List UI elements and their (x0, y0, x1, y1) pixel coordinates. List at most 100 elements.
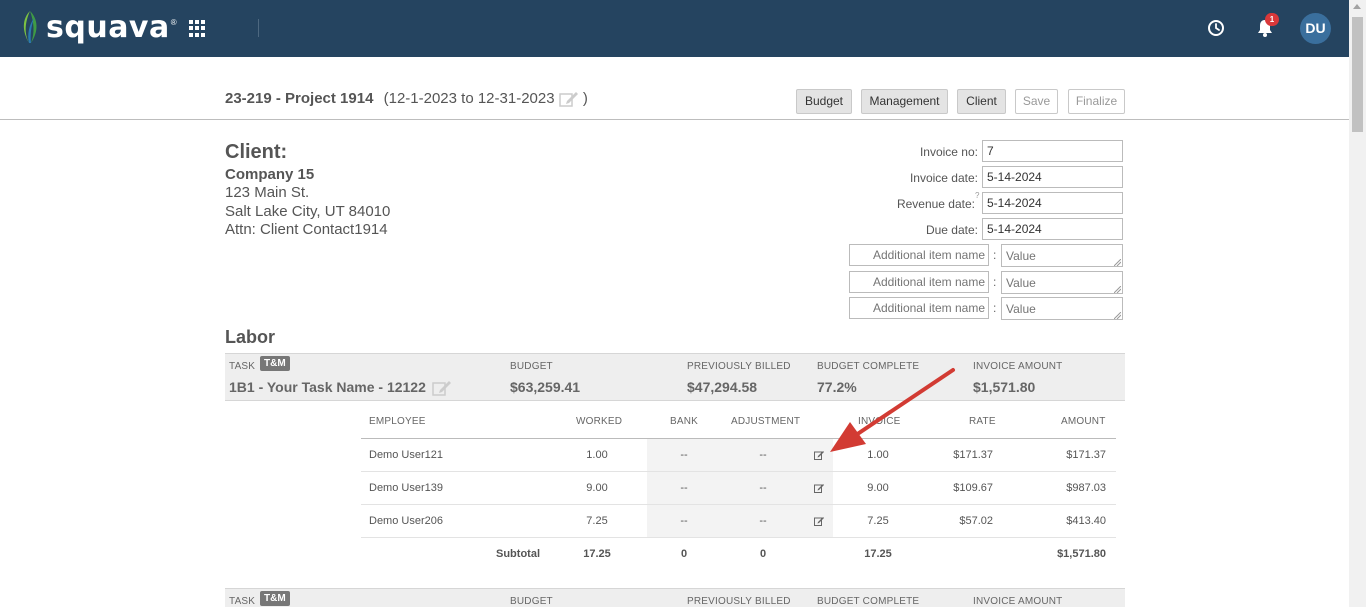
col-worked: WORKED (576, 416, 623, 427)
previously-billed-label: PREVIOUSLY BILLED (687, 596, 791, 607)
task-summary-bar: TASK T&M BUDGET PREVIOUSLY BILLED BUDGET… (225, 588, 1125, 607)
notification-badge: 1 (1265, 13, 1279, 26)
task-label: TASK (229, 361, 256, 372)
employee-name: Demo User139 (369, 482, 443, 494)
additional-item-value-input[interactable] (1001, 271, 1123, 294)
task-summary-bar: TASK T&M 1B1 - Your Task Name - 12122 BU… (225, 353, 1125, 401)
additional-item-value-input[interactable] (1001, 244, 1123, 267)
edit-adjustment-icon[interactable] (814, 450, 824, 460)
budget-complete-label: BUDGET COMPLETE (817, 361, 920, 372)
task-invoice-amount: $1,571.80 (973, 379, 1036, 395)
budget-complete-label: BUDGET COMPLETE (817, 596, 920, 607)
management-button[interactable]: Management (861, 89, 948, 114)
page-scrollbar[interactable] (1349, 0, 1366, 607)
invoice-hours: 1.00 (867, 449, 889, 461)
scroll-thumb[interactable] (1352, 17, 1363, 132)
user-avatar[interactable]: DU (1300, 13, 1331, 44)
employee-name: Demo User206 (369, 515, 443, 527)
squava-logo[interactable]: squava ® (18, 9, 177, 45)
budget-label: BUDGET (510, 361, 553, 372)
edit-task-icon[interactable] (432, 380, 452, 396)
additional-item-name-input[interactable] (849, 244, 989, 266)
edit-adjustment-icon[interactable] (814, 483, 824, 493)
col-employee: EMPLOYEE (369, 416, 426, 427)
subtotal-label: Subtotal (496, 548, 540, 560)
adjustment-hours: -- (759, 515, 767, 527)
col-invoice: INVOICE (858, 416, 901, 427)
budget-label: BUDGET (510, 596, 553, 607)
apps-grid-icon[interactable] (189, 20, 206, 37)
invoice-no-label: Invoice no: (919, 145, 978, 159)
logo-trademark: ® (170, 17, 177, 27)
header-divider (0, 119, 1349, 120)
bank-hours: -- (680, 449, 688, 461)
scroll-up-arrow-icon[interactable] (1353, 4, 1361, 9)
amount: $171.37 (1066, 449, 1106, 461)
amount: $987.03 (1066, 482, 1106, 494)
billing-type-badge: T&M (260, 591, 290, 606)
revenue-date-label: Revenue date: (896, 197, 975, 211)
save-button[interactable]: Save (1015, 89, 1058, 114)
revenue-date-input[interactable] (982, 192, 1123, 214)
rate: $57.02 (959, 515, 993, 527)
invoice-amount-label: INVOICE AMOUNT (973, 361, 1063, 372)
edit-dates-icon[interactable] (559, 91, 579, 107)
worked-hours: 7.25 (586, 515, 608, 527)
additional-item-name-input[interactable] (849, 271, 989, 293)
row-divider (361, 471, 1116, 472)
col-rate: RATE (969, 416, 996, 427)
clock-icon[interactable] (1207, 19, 1225, 37)
client-heading: Client: (225, 141, 288, 163)
resize-handle-icon[interactable] (1114, 259, 1121, 266)
invoice-hours: 7.25 (867, 515, 889, 527)
budget-button[interactable]: Budget (796, 89, 852, 114)
resize-handle-icon[interactable] (1114, 286, 1121, 293)
subtotal-bank: 0 (680, 548, 688, 560)
invoice-no-input[interactable] (982, 140, 1123, 162)
due-date-input[interactable] (982, 218, 1123, 240)
bank-hours: -- (680, 515, 688, 527)
subtotal-worked: 17.25 (583, 548, 611, 560)
revenue-date-help-icon[interactable]: ? (975, 191, 979, 200)
invoice-hours: 9.00 (867, 482, 889, 494)
rate: $109.67 (953, 482, 993, 494)
billing-type-badge: T&M (260, 356, 290, 371)
finalize-button[interactable]: Finalize (1068, 89, 1125, 114)
task-label: TASK (229, 596, 256, 607)
resize-handle-icon[interactable] (1114, 312, 1121, 319)
worked-hours: 1.00 (586, 449, 608, 461)
worked-hours: 9.00 (586, 482, 608, 494)
project-title: 23-219 - Project 1914 (225, 90, 374, 107)
invoice-amount-label: INVOICE AMOUNT (973, 596, 1063, 607)
client-name: Company 15 (225, 166, 315, 183)
leaf-logo-icon (23, 11, 37, 43)
task-budget-complete: 77.2% (817, 379, 857, 395)
employee-name: Demo User121 (369, 449, 443, 461)
project-date-range: (12-1-2023 to 12-31-2023 (383, 90, 555, 107)
due-date-label: Due date: (925, 223, 978, 237)
client-address-line2: Salt Lake City, UT 84010 (225, 203, 391, 220)
adjustment-hours: -- (759, 449, 767, 461)
previously-billed-label: PREVIOUSLY BILLED (687, 361, 791, 372)
additional-item-name-input[interactable] (849, 297, 989, 319)
project-date-range-close: ) (582, 90, 588, 107)
task-budget: $63,259.41 (510, 379, 581, 395)
project-header: 23-219 - Project 1914 (12-1-2023 to 12-3… (225, 90, 588, 107)
additional-item-value-input[interactable] (1001, 297, 1123, 320)
task-name: 1B1 - Your Task Name - 12122 (229, 379, 426, 395)
rate: $171.37 (953, 449, 993, 461)
adjustment-hours: -- (759, 482, 767, 494)
edit-adjustment-icon[interactable] (814, 516, 824, 526)
additional-item-colon: : (993, 248, 997, 262)
subtotal-adjustment: 0 (759, 548, 767, 560)
additional-item-colon: : (993, 275, 997, 289)
labor-heading: Labor (225, 327, 276, 347)
invoice-date-input[interactable] (982, 166, 1123, 188)
bank-hours: -- (680, 482, 688, 494)
invoice-date-label: Invoice date: (909, 171, 978, 185)
client-button[interactable]: Client (957, 89, 1006, 114)
row-divider (361, 504, 1116, 505)
top-navbar: squava ® 1 DU (0, 0, 1349, 57)
logo-text: squava (46, 9, 170, 45)
col-amount: AMOUNT (1061, 416, 1106, 427)
